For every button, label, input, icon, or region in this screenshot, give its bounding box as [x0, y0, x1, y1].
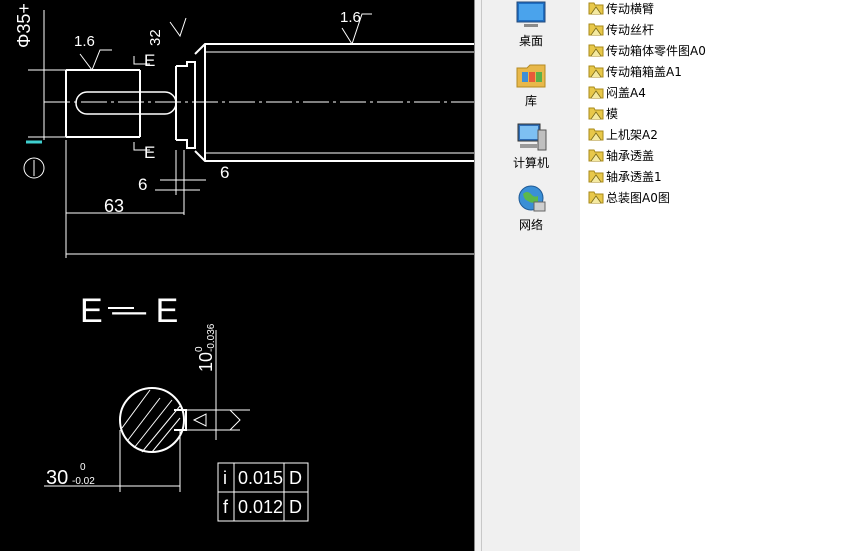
roughness-top-label: 1.6 [340, 9, 361, 26]
file-list-item[interactable]: 轴承透盖 [588, 145, 654, 165]
cad-file-icon [588, 44, 604, 57]
nav-item-desktop[interactable]: 桌面 [482, 0, 580, 49]
section-label: E — E [80, 292, 178, 330]
nav-item-label: 库 [524, 94, 537, 108]
nav-item-label: 计算机 [512, 156, 549, 170]
nav-item-label: 桌面 [518, 34, 543, 48]
cad-file-icon [588, 107, 604, 120]
library-icon [516, 64, 546, 88]
file-list-item[interactable]: 总装图A0图 [588, 187, 670, 207]
dim-30-tol: -0.02 [72, 476, 95, 487]
file-name: 轴承透盖1 [606, 169, 662, 184]
file-name: 上机架A2 [606, 127, 658, 142]
section-mark-top: E [144, 51, 155, 70]
file-name: 传动丝杆 [606, 22, 655, 37]
dim-30-tol0: 0 [80, 462, 86, 473]
file-name: 传动箱体零件图A0 [606, 43, 706, 58]
tol-row-2-value: 0.012 [238, 497, 283, 517]
dim-10-tol: -0.036 [206, 323, 217, 352]
nav-item-library[interactable]: 库 [482, 60, 580, 109]
file-list-item[interactable]: 闷盖A4 [588, 82, 646, 102]
cad-file-icon [588, 65, 604, 78]
tol-row-1-value: 0.015 [238, 468, 283, 488]
cad-drawing: 1.6 1.6 32 Φ35+ 6 6 63 E E E — E 10 0 -0… [14, 3, 474, 522]
computer-icon [517, 123, 547, 151]
roughness-32-label: 32 [147, 29, 164, 46]
cad-file-icon [588, 86, 604, 99]
shaft-shoulder [175, 61, 196, 149]
file-list-item[interactable]: 传动横臂 [588, 0, 654, 18]
section-mark-bottom: E [144, 143, 155, 162]
file-list: 传动横臂传动丝杆传动箱体零件图A0 传动箱箱盖A1 闷盖A4 模上机架A2 轴承透盖轴承… [580, 0, 842, 551]
file-name: 传动横臂 [606, 1, 655, 16]
file-name: 传动箱箱盖A1 [606, 64, 682, 79]
network-icon [518, 185, 546, 212]
cad-file-icon [588, 2, 604, 15]
diameter-label: Φ35+ [14, 3, 34, 48]
keyway-slot [75, 91, 177, 115]
file-name: 轴承透盖 [606, 148, 655, 163]
panel-splitter[interactable] [474, 0, 482, 551]
cad-file-icon [588, 23, 604, 36]
file-list-item[interactable]: 传动箱箱盖A1 [588, 61, 682, 81]
file-name: 闷盖A4 [606, 85, 646, 100]
dim-10-tol0: 0 [194, 346, 205, 352]
file-list-item[interactable]: 模 [588, 103, 618, 123]
dim-6-a: 6 [138, 175, 147, 194]
tol-row-2-symbol: f [223, 497, 229, 517]
nav-item-label: 网络 [518, 218, 543, 232]
dim-6-b: 6 [220, 163, 229, 182]
cad-drawing-canvas[interactable]: 1.6 1.6 32 Φ35+ 6 6 63 E E E — E 10 0 -0… [0, 0, 474, 551]
file-list-item[interactable]: 传动丝杆 [588, 19, 654, 39]
shaft-left-section [65, 69, 141, 138]
cad-file-icon [588, 128, 604, 141]
dim-30-main: 30 [46, 467, 68, 489]
cad-file-icon [588, 149, 604, 162]
tol-row-1-datum: D [289, 468, 302, 488]
file-name: 总装图A0图 [606, 190, 670, 205]
file-list-item[interactable]: 轴承透盖1 [588, 166, 662, 186]
section-circle [119, 387, 185, 453]
dim-10-main: 10 [196, 352, 216, 372]
navigation-pane: 桌面 库 计算机 网络 [482, 0, 580, 551]
tol-row-1-symbol: i [223, 468, 227, 488]
dim-63: 63 [104, 196, 124, 216]
nav-item-computer[interactable]: 计算机 [482, 122, 580, 171]
cad-file-icon [588, 191, 604, 204]
file-list-item[interactable]: 传动箱体零件图A0 [588, 40, 706, 60]
desktop-icon [516, 1, 546, 27]
file-name: 模 [606, 106, 619, 121]
cad-file-icon [588, 170, 604, 183]
tol-row-2-datum: D [289, 497, 302, 517]
file-list-item[interactable]: 上机架A2 [588, 124, 658, 144]
roughness-left-label: 1.6 [74, 33, 95, 50]
nav-item-network[interactable]: 网络 [482, 184, 580, 233]
